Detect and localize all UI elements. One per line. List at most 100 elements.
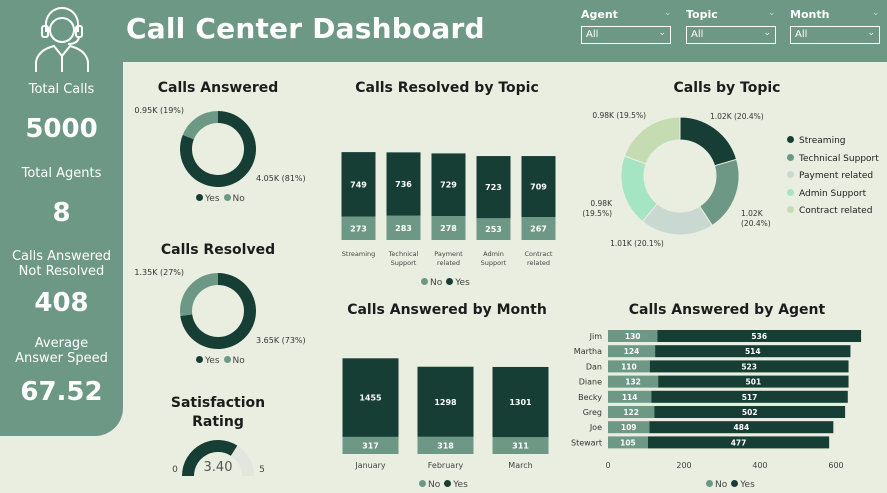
data-label-yes: 502 <box>742 408 758 417</box>
data-label: (19.5%) <box>582 209 612 218</box>
data-label-no: 283 <box>395 224 412 233</box>
legend-item-admin-support: Admin Support <box>787 188 879 207</box>
donut-slice-no <box>180 273 218 316</box>
page-title: Call Center Dashboard <box>126 12 485 45</box>
legend-item-payment-related: Payment related <box>787 171 879 189</box>
data-label-no: 253 <box>485 225 502 234</box>
agent-filter-select[interactable]: All ⌄ <box>581 26 671 44</box>
data-label: 1.02K <box>741 209 764 218</box>
data-label-no: 311 <box>512 442 529 451</box>
data-label-yes: 517 <box>742 393 758 402</box>
category-label: Contract <box>525 250 553 258</box>
category-label: Technical <box>388 250 419 258</box>
topic-filter[interactable]: Topic All ⌄ <box>686 8 776 44</box>
data-label-no: 109 <box>621 423 637 432</box>
legend-dot-no <box>223 356 231 363</box>
category-label: February <box>428 461 464 470</box>
legend-dot-yes <box>444 480 452 487</box>
answered-by-agent-legend: No Yes <box>702 480 755 490</box>
category-label: related <box>437 259 460 267</box>
legend-item-streaming: Streaming <box>787 136 879 154</box>
category-label: related <box>527 259 550 267</box>
legend-no: No <box>428 480 441 490</box>
agent-label: Diane <box>579 378 602 387</box>
data-label-no: 318 <box>437 441 454 450</box>
data-label-yes: 536 <box>751 332 767 341</box>
calls-resolved-donut: 3.65K (73%) 1.35K (27%) <box>134 268 306 349</box>
data-label-no: 124 <box>624 347 640 356</box>
by-topic-donut: 1.02K (20.4%) 1.02K(20.4%) 1.01K (20.1%) 0.… <box>582 111 771 248</box>
legend-dot-no <box>706 480 713 487</box>
clear-filter-icon[interactable]: ⌄ <box>872 8 880 18</box>
legend-dot <box>787 206 794 213</box>
agent-filter[interactable]: Agent All ⌄ <box>581 8 671 44</box>
month-filter-label: Month <box>790 8 830 21</box>
legend-dot <box>787 136 794 143</box>
legend-dot <box>787 153 794 161</box>
kpi-sidebar: Total Calls 5000 Total Agents 8 Calls An… <box>0 0 123 436</box>
month-filter-select[interactable]: All ⌄ <box>790 26 880 44</box>
kpi-value-answer-speed: 67.52 <box>20 377 103 407</box>
data-label-no: 267 <box>530 225 547 234</box>
data-label: (20.4%) <box>741 219 771 228</box>
legend-yes: Yes <box>455 278 470 288</box>
x-tick-label: 200 <box>676 461 691 470</box>
category-label: January <box>354 461 386 470</box>
kpi-label-total-calls: Total Calls <box>28 82 95 97</box>
gauge-value: 3.40 <box>204 460 233 475</box>
x-tick-label: 0 <box>605 461 610 470</box>
calls-answered-donut: 4.05K (81%) 0.95K (19%) <box>134 106 306 188</box>
legend-yes: Yes <box>453 480 468 490</box>
data-label-yes: 484 <box>734 423 750 432</box>
answered-by-month-title: Calls Answered by Month <box>347 302 547 318</box>
donut-slice-no <box>182 111 218 140</box>
legend-yes: Yes <box>205 194 220 204</box>
data-label-no: 114 <box>622 393 638 402</box>
category-label: Streaming <box>342 250 376 258</box>
legend-no: No <box>715 480 728 490</box>
calls-answered-legend: Yes No <box>192 194 245 204</box>
category-label: Support <box>481 259 507 267</box>
legend-item-technical-support: Technical Support <box>787 153 879 172</box>
answered-by-agent-chart: Jim 130 536 Martha 124 514 Dan 110 523 Diane 132 50… <box>571 330 862 470</box>
data-label-no: 273 <box>350 224 367 233</box>
data-label-no: 130 <box>625 332 641 341</box>
legend-dot-yes <box>731 480 739 487</box>
legend-label: Streaming <box>799 136 846 146</box>
chevron-down-icon: ⌄ <box>763 28 771 38</box>
data-label-yes: 729 <box>440 181 457 190</box>
clear-filter-icon[interactable]: ⌄ <box>768 8 776 18</box>
legend-label: Admin Support <box>799 188 867 199</box>
data-label-yes: 709 <box>530 183 547 192</box>
data-label-yes: 501 <box>746 378 762 387</box>
data-label: 0.98K (19.5%) <box>592 111 646 120</box>
satisfaction-title: Satisfaction Rating <box>170 395 266 430</box>
category-label: Support <box>391 259 417 267</box>
donut-slice <box>623 116 681 165</box>
data-label-no: 132 <box>625 378 641 387</box>
legend-no: No <box>430 278 443 288</box>
chevron-down-icon: ⌄ <box>867 28 875 38</box>
topic-filter-label: Topic <box>686 8 718 21</box>
data-label-yes: 514 <box>745 347 761 356</box>
data-label: 0.98K <box>590 199 613 208</box>
category-label: Admin <box>483 250 504 258</box>
agent-label: Martha <box>574 347 602 356</box>
satisfaction-gauge: 3.40 0 5 <box>172 440 265 476</box>
agent-label: Jim <box>589 332 603 341</box>
resolved-by-topic-chart: 273749Streaming283736TechnicalSupport278… <box>341 152 556 267</box>
legend-label: Technical Support <box>799 153 879 164</box>
topic-filter-select[interactable]: All ⌄ <box>686 26 776 44</box>
data-label-yes: 723 <box>485 183 502 192</box>
donut-slice <box>679 116 738 167</box>
clear-filter-icon[interactable]: ⌄ <box>664 8 672 18</box>
month-filter[interactable]: Month All ⌄ <box>790 8 880 44</box>
data-label-yes: 1301 <box>509 398 532 407</box>
agent-label: Stewart <box>571 438 602 447</box>
agent-label: Joe <box>589 423 602 432</box>
resolved-by-topic-title: Calls Resolved by Topic <box>355 80 539 96</box>
legend-dot <box>787 188 794 196</box>
data-label-no: 122 <box>623 408 639 417</box>
resolved-by-topic-legend: No Yes <box>417 278 470 288</box>
agent-label: Becky <box>578 393 602 402</box>
